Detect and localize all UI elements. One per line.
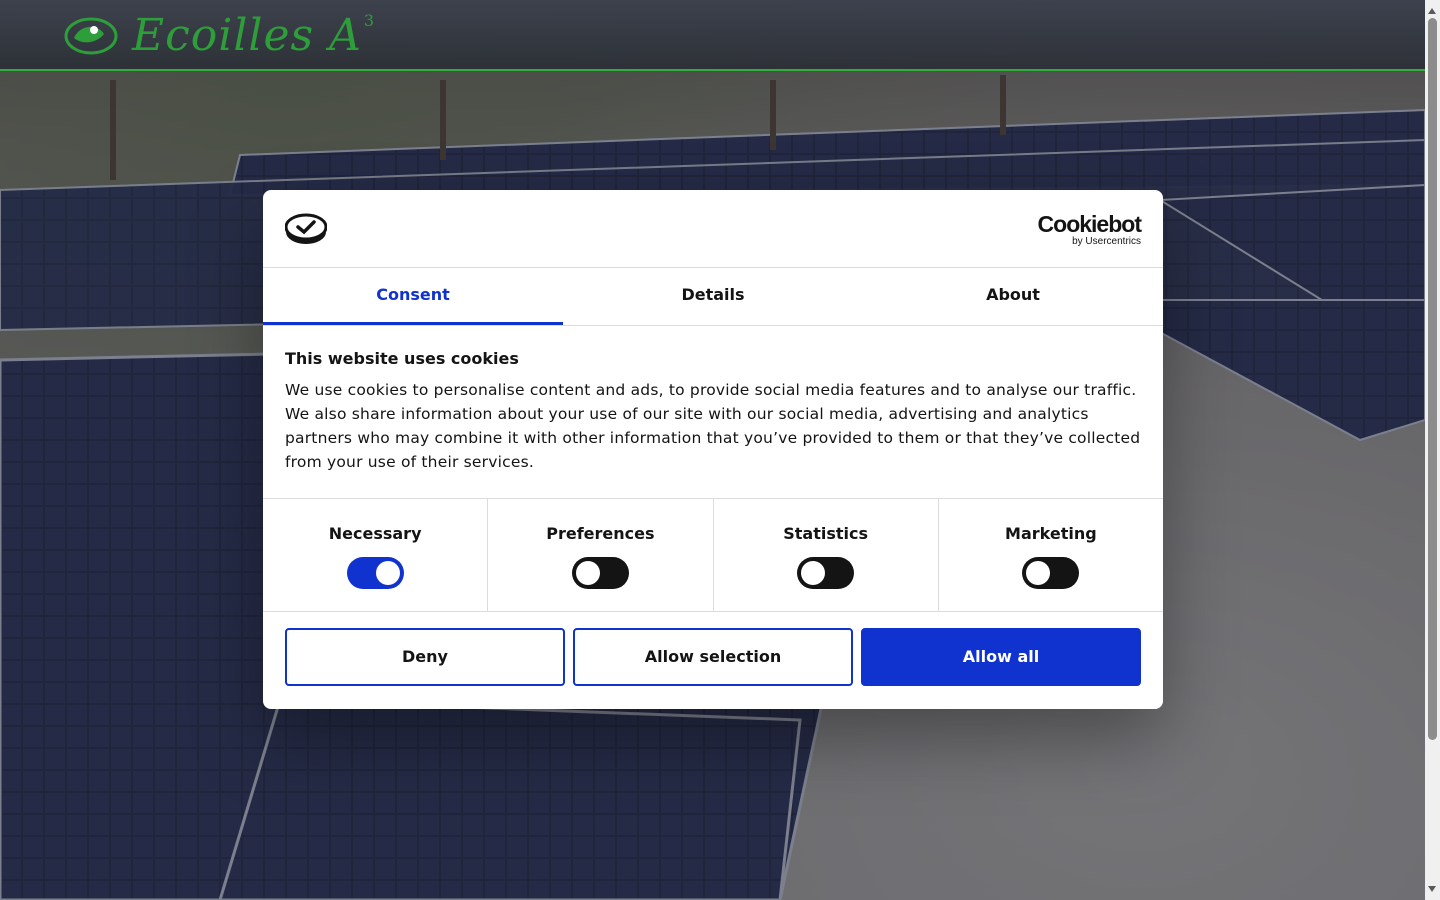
toggle-group-statistics: Statistics bbox=[714, 499, 939, 611]
dialog-description: We use cookies to personalise content an… bbox=[285, 381, 1141, 471]
dialog-body: This website uses cookies We use cookies… bbox=[263, 326, 1163, 499]
logo-text: Ecoilles A bbox=[132, 10, 362, 61]
tab-details[interactable]: Details bbox=[563, 268, 863, 325]
tab-about[interactable]: About bbox=[863, 268, 1163, 325]
marketing-toggle[interactable] bbox=[1022, 557, 1080, 589]
allow-all-button[interactable]: Allow all bbox=[861, 628, 1141, 686]
preferences-toggle[interactable] bbox=[571, 557, 629, 589]
toggle-label-necessary: Necessary bbox=[328, 524, 422, 543]
cookiebot-brand[interactable]: Cookiebot by Usercentrics bbox=[1037, 211, 1142, 247]
logo-superscript: 3 bbox=[363, 10, 375, 30]
scroll-down-arrow-icon[interactable] bbox=[1428, 886, 1436, 892]
toggle-knob bbox=[575, 561, 600, 585]
toggle-group-marketing: Marketing bbox=[939, 499, 1163, 611]
toggle-knob bbox=[801, 561, 826, 585]
site-header: Ecoilles A 3 bbox=[0, 0, 1425, 71]
toggle-label-statistics: Statistics bbox=[783, 524, 868, 543]
toggle-label-preferences: Preferences bbox=[546, 524, 655, 543]
toggle-knob bbox=[375, 561, 400, 585]
cookiebot-byline: by Usercentrics bbox=[1072, 236, 1141, 247]
consent-toggles: Necessary Preferences Statistics Marketi… bbox=[263, 499, 1163, 612]
leaf-logo-icon bbox=[64, 17, 118, 55]
page-scrollbar[interactable] bbox=[1425, 0, 1440, 900]
scroll-up-arrow-icon[interactable] bbox=[1428, 8, 1436, 14]
deny-button[interactable]: Deny bbox=[285, 628, 565, 686]
cookie-check-logo-icon bbox=[285, 213, 327, 244]
scroll-thumb[interactable] bbox=[1428, 18, 1437, 740]
necessary-toggle[interactable] bbox=[346, 557, 404, 589]
dialog-tabs: Consent Details About bbox=[263, 268, 1163, 326]
tab-consent[interactable]: Consent bbox=[263, 268, 563, 325]
cookie-consent-dialog: Cookiebot by Usercentrics Consent Detail… bbox=[263, 190, 1163, 709]
toggle-group-necessary: Necessary bbox=[263, 499, 489, 611]
site-logo[interactable]: Ecoilles A 3 bbox=[64, 10, 375, 61]
dialog-header: Cookiebot by Usercentrics bbox=[263, 190, 1163, 268]
dialog-buttons: Deny Allow selection Allow all bbox=[263, 612, 1163, 702]
toggle-knob bbox=[1026, 561, 1051, 585]
allow-selection-button[interactable]: Allow selection bbox=[573, 628, 853, 686]
cookiebot-name: Cookiebot bbox=[1037, 211, 1142, 237]
statistics-toggle[interactable] bbox=[797, 557, 855, 589]
toggle-label-marketing: Marketing bbox=[1005, 524, 1097, 543]
dialog-title: This website uses cookies bbox=[285, 349, 519, 368]
toggle-group-preferences: Preferences bbox=[488, 499, 714, 611]
